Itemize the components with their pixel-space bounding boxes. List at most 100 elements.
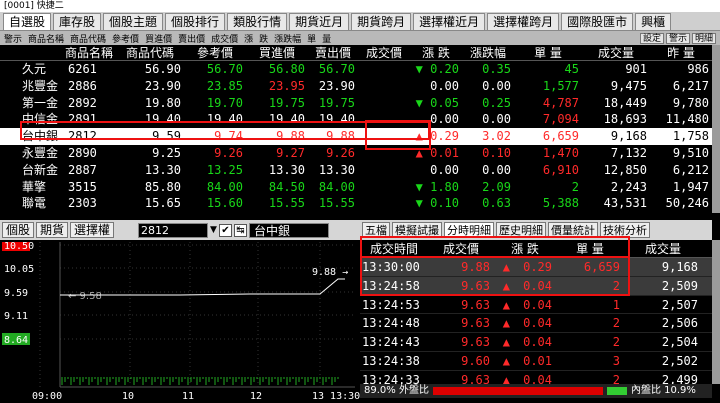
subbar-label-0: 警示	[4, 34, 23, 45]
row-ask: 84.50	[268, 179, 305, 194]
row-yvol: 50,246	[665, 196, 709, 211]
row-name: 台新金	[22, 162, 59, 177]
row-total: 43,531	[603, 196, 647, 211]
change-arrow-icon: ▼	[415, 95, 431, 110]
intraday-chart: 10.50 10.05 9.59 9.11 8.64 09:00 10 11 12 13 13:3…	[0, 242, 360, 403]
chart-tab-0[interactable]: 個股	[2, 222, 35, 238]
row-pct: 0.10	[482, 145, 511, 160]
subbar-action-0[interactable]: 設定	[639, 32, 664, 44]
row-last: 15.55	[318, 196, 355, 211]
tick-row[interactable]: 13:24:48 9.63 ▲ 0.04 2 2,506	[360, 314, 712, 334]
tab-3[interactable]: 個股排行	[165, 13, 226, 30]
watchlist-row[interactable]: 第一金 2892 19.80 19.70 19.75 19.75 ▼ 0.05 0.25 4,7…	[0, 95, 712, 112]
tick-change: 0.01	[523, 353, 552, 368]
change-arrow-icon: ▼	[415, 62, 431, 76]
tab-5[interactable]: 期貨近月	[289, 13, 350, 30]
row-bid: 56.70	[206, 62, 243, 76]
main-tabs: 自選股 庫存股 個股主題 個股排行 類股行情 期貨近月 期貨跨月 選擇權近月 選擇權跨月 國際股匯…	[0, 12, 720, 31]
tick-time: 13:24:53	[362, 297, 420, 312]
tick-header-highlight	[360, 236, 630, 258]
tab-4[interactable]: 類股行情	[227, 13, 288, 30]
subbar-label-5: 賣出價	[178, 34, 206, 45]
tab-8[interactable]: 選擇權跨月	[487, 13, 560, 30]
row-change: ▼ 0.20	[358, 61, 462, 78]
row-total: 18,693	[603, 112, 647, 127]
link-icon[interactable]: ↹	[233, 223, 247, 237]
row-pct: 0.00	[482, 112, 511, 127]
tick-total: 2,504	[661, 335, 698, 350]
change-value: 0.01	[430, 145, 459, 160]
row-last: 19.75	[318, 95, 355, 110]
header-col-11: 昨 量	[667, 46, 695, 60]
row-last: 9.26	[326, 145, 355, 160]
row-yvol: 6,217	[672, 78, 709, 93]
time-label: 09:00	[32, 391, 62, 402]
watchlist-row[interactable]: 兆豐金 2886 23.90 23.85 23.95 23.90 0.00 0.00 1,57…	[0, 78, 712, 95]
time-label: 10	[122, 391, 134, 402]
checkbox-icon[interactable]: ✔	[218, 223, 232, 237]
up-arrow-icon: ▲	[502, 335, 510, 350]
price-label: 8.64	[4, 335, 28, 346]
subbar-action-2[interactable]: 明細	[691, 32, 716, 44]
tab-6[interactable]: 期貨跨月	[351, 13, 412, 30]
tick-total: 2,502	[661, 353, 698, 368]
tick-row[interactable]: 13:24:38 9.60 ▲ 0.01 3 2,502	[360, 352, 712, 371]
watchlist-row[interactable]: 永豐金 2890 9.25 9.26 9.27 9.26 ▲ 0.01 0.10 1,470 7,…	[0, 145, 712, 162]
tick-time: 13:24:48	[362, 316, 420, 331]
tick-scrollbar[interactable]	[712, 240, 720, 384]
row-code: 2886	[68, 78, 97, 93]
row-total: 9,475	[610, 78, 647, 93]
watchlist-scrollbar[interactable]	[712, 45, 720, 213]
watchlist-row[interactable]: 台新金 2887 13.30 13.25 13.30 13.30 0.00 0.00 6,91…	[0, 162, 712, 179]
row-bid: 15.60	[206, 196, 243, 211]
tick-total: 2,506	[661, 316, 698, 331]
tick-change: 0.04	[523, 297, 552, 312]
header-col-4: 買進價	[258, 46, 295, 60]
row-pct: 1.58	[462, 212, 514, 213]
row-last: 84.00	[318, 179, 355, 194]
tab-2[interactable]: 個股主題	[103, 13, 164, 30]
tick-header-col: 成交量	[644, 242, 681, 256]
watchlist-row[interactable]: 遠東銀28459.499.259.389.25▼ 0.151.58611,079…	[0, 212, 712, 213]
tab-1[interactable]: 庫存股	[53, 13, 102, 30]
up-arrow-icon: ▲	[502, 316, 510, 331]
row-change: ▼ 1.80	[358, 179, 462, 196]
row-total: 1,079	[582, 212, 650, 213]
up-arrow-icon: ▲	[502, 297, 510, 312]
dropdown-arrow-icon[interactable]: ▼	[210, 225, 217, 235]
tick-total: 2,509	[661, 278, 698, 293]
row-yvol: 1,947	[672, 179, 709, 194]
chart-tab-1[interactable]: 期貨	[36, 222, 69, 238]
tick-volume: 2	[612, 335, 620, 350]
row-change: 0.00	[358, 162, 462, 179]
symbol-input[interactable]: 2812	[138, 222, 209, 238]
header-col-3: 參考價	[196, 46, 233, 60]
outer-ratio-label: 89.0% 外盤比	[364, 385, 429, 396]
sub-toolbar-actions: 設定 警示 明細	[639, 32, 720, 44]
tab-7[interactable]: 選擇權近月	[413, 13, 486, 30]
outer-ratio-bar	[432, 387, 603, 395]
tick-row[interactable]: 13:24:43 9.63 ▲ 0.04 2 2,504	[360, 333, 712, 352]
chart-tab-2[interactable]: 選擇權	[70, 222, 115, 238]
tick-time: 13:24:43	[362, 335, 420, 350]
row-total: 2,243	[610, 179, 647, 194]
tab-0[interactable]: 自選股	[3, 13, 52, 30]
row-vol: 45	[564, 62, 579, 76]
stock-name-box: 台中銀	[248, 222, 329, 238]
header-col-2: 商品代碼	[125, 46, 174, 60]
watchlist-row[interactable]: 華擎 3515 85.80 84.00 84.50 84.00 ▼ 1.80 2.09 2 2,2…	[0, 179, 712, 196]
header-col-6: 成交價	[365, 46, 402, 60]
row-vol: 2	[571, 179, 579, 194]
row-code: 2890	[68, 145, 97, 160]
watchlist-row[interactable]: 久元 6261 56.90 56.70 56.80 56.70 ▼ 0.20 0.35 45 90…	[0, 61, 712, 78]
tab-9[interactable]: 國際股匯市	[561, 13, 634, 30]
row-bid: 9.25	[184, 212, 246, 213]
tab-10[interactable]: 興櫃	[635, 13, 672, 30]
row-ask: 15.55	[268, 196, 305, 211]
row-pct: 3.02	[482, 129, 511, 144]
subbar-label-2: 商品代碼	[70, 34, 107, 45]
watchlist-row[interactable]: 聯電 2303 15.65 15.60 15.55 15.55 ▼ 0.10 0.63 5,38…	[0, 195, 712, 212]
row-pct: 0.00	[482, 162, 511, 177]
subbar-action-1[interactable]: 警示	[665, 32, 690, 44]
tick-row[interactable]: 13:24:53 9.63 ▲ 0.04 1 2,507	[360, 296, 712, 315]
